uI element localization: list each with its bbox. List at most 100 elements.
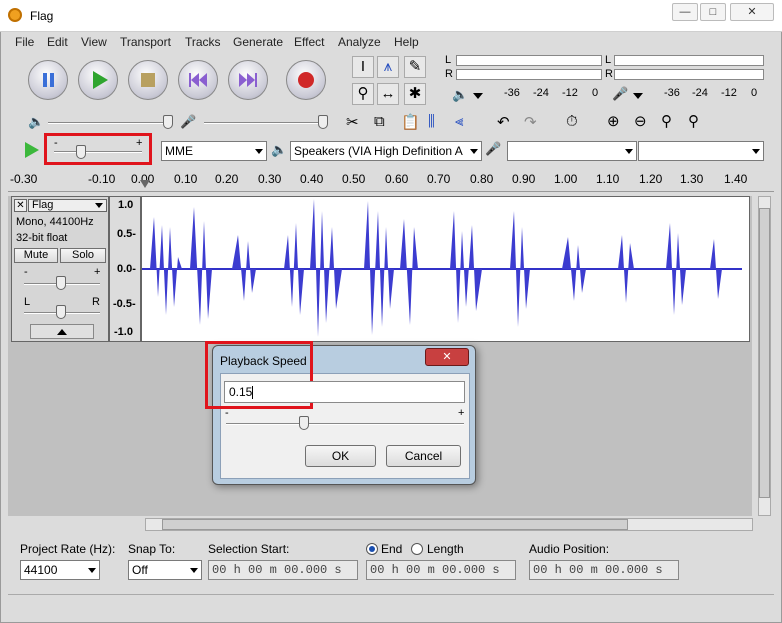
ibeam-icon: I [360,58,366,75]
selection-end-field[interactable]: 00 h 00 m 00.000 s [366,560,516,580]
speed-minus: - [54,137,58,149]
minimize-button[interactable]: — [672,3,698,21]
gain-minus: - [24,266,28,278]
chevron-down-icon [752,149,760,154]
play-at-speed-icon[interactable] [25,142,39,158]
menu-analyze[interactable]: Analyze [338,35,381,49]
trim-icon[interactable]: ⫼ [428,113,435,130]
meter-play-right-label: R [605,68,613,80]
ok-button[interactable]: OK [305,445,376,467]
ruler-tick-label: 1.20 [639,172,663,186]
redo-icon[interactable]: ↷ [524,113,537,131]
output-volume-slider[interactable] [48,122,168,124]
play-button[interactable] [78,60,118,100]
pencil-icon: ✎ [408,58,422,75]
track-close-button[interactable]: ✕ [14,199,27,212]
selection-start-field[interactable]: 00 h 00 m 00.000 s [208,560,358,580]
project-rate-select[interactable]: 44100 [20,560,100,580]
chevron-down-icon [88,568,96,573]
close-button[interactable]: ✕ [730,3,774,21]
meter-play-left-label: L [605,54,612,66]
input-volume-thumb[interactable] [318,115,328,129]
pause-button[interactable] [28,60,68,100]
waveform-display[interactable] [141,196,750,342]
copy-icon[interactable]: ⧉ [374,113,385,130]
close-icon: ✕ [16,200,25,211]
sync-lock-icon[interactable]: ⏱ [566,113,578,130]
playback-speed-thumb[interactable] [76,145,86,159]
output-device-select[interactable]: Speakers (VIA High Definition A [290,141,482,161]
input-volume-slider[interactable] [204,122,324,124]
audio-position-field[interactable]: 00 h 00 m 00.000 s [529,560,679,580]
snap-to-select[interactable]: Off [128,560,202,580]
input-device-select[interactable] [507,141,637,161]
skip-to-start-button[interactable] [178,60,218,100]
mute-button[interactable]: Mute [14,248,58,263]
cancel-button[interactable]: Cancel [386,445,461,467]
length-radio[interactable] [411,543,423,555]
fit-project-icon[interactable]: ⚲ [688,112,699,130]
zoom-out-icon[interactable]: ⊖ [634,112,647,130]
collapse-track-button[interactable] [30,324,94,339]
zoom-tool[interactable]: ⚲ [352,83,374,105]
chevron-down-icon [625,149,633,154]
playback-meter-left[interactable] [614,55,764,66]
track-gain-thumb[interactable] [56,276,66,290]
timeshift-icon: ↔ [380,85,396,102]
menu-edit[interactable]: Edit [47,35,68,49]
ruler-tick-label: -0.10 [88,172,116,186]
undo-icon[interactable]: ↶ [497,113,510,131]
input-channels-select[interactable] [638,141,764,161]
maximize-button[interactable]: □ [700,3,726,21]
recording-meter-right[interactable] [456,69,602,80]
stop-button[interactable] [128,60,168,100]
dialog-title: Playback Speed [220,354,307,368]
multi-tool[interactable]: ✱ [404,83,426,105]
playback-speed-slider[interactable] [54,151,142,153]
ruler-tick-label: 0.80 [470,172,494,186]
record-button[interactable] [286,60,326,100]
selection-tool[interactable]: I [352,56,374,78]
menu-file[interactable]: File [15,35,34,49]
dialog-close-button[interactable]: ✕ [425,348,469,366]
playback-speed-input[interactable]: 0.15 [224,381,465,403]
playhead-icon[interactable] [140,180,150,188]
dialog-slider-plus: + [458,407,465,419]
output-volume-thumb[interactable] [163,115,173,129]
playback-meter-right[interactable] [614,69,764,80]
recording-meter-dropdown-icon[interactable] [633,93,643,99]
meter-tick: 0 [592,87,599,99]
menu-help[interactable]: Help [394,35,419,49]
track-name-menu[interactable]: Flag [28,199,107,212]
magnifier-icon: ⚲ [357,85,369,102]
track-pan-thumb[interactable] [56,305,66,319]
menu-effect[interactable]: Effect [294,35,324,49]
recording-meter-left[interactable] [456,55,602,66]
end-radio[interactable] [366,543,378,555]
solo-button[interactable]: Solo [60,248,106,263]
text-cursor [252,386,254,400]
dialog-speed-thumb[interactable] [299,416,309,430]
playback-meter-dropdown-icon[interactable] [473,93,483,99]
menu-tracks[interactable]: Tracks [185,35,221,49]
audio-host-select[interactable]: MME [161,141,267,161]
skip-to-end-button[interactable] [228,60,268,100]
menu-transport[interactable]: Transport [120,35,171,49]
play-icon [79,61,117,99]
cut-icon[interactable]: ✂ [346,113,359,131]
zoom-in-icon[interactable]: ⊕ [607,112,620,130]
horizontal-scroll-thumb[interactable] [162,519,628,530]
menu-generate[interactable]: Generate [233,35,283,49]
selection-start-label: Selection Start: [208,542,290,556]
vertical-scroll-thumb[interactable] [759,208,770,498]
paste-icon[interactable]: 📋 [401,113,420,131]
menu-view[interactable]: View [81,35,107,49]
silence-icon[interactable]: ⫷ [455,113,463,130]
envelope-tool[interactable]: ⩚ [377,56,399,78]
pan-right: R [92,296,100,308]
ruler-tick-label: 0.70 [427,172,451,186]
draw-tool[interactable]: ✎ [404,56,426,78]
timeshift-tool[interactable]: ↔ [377,83,399,105]
fit-selection-icon[interactable]: ⚲ [661,112,672,130]
dialog-speed-slider[interactable] [226,423,464,425]
